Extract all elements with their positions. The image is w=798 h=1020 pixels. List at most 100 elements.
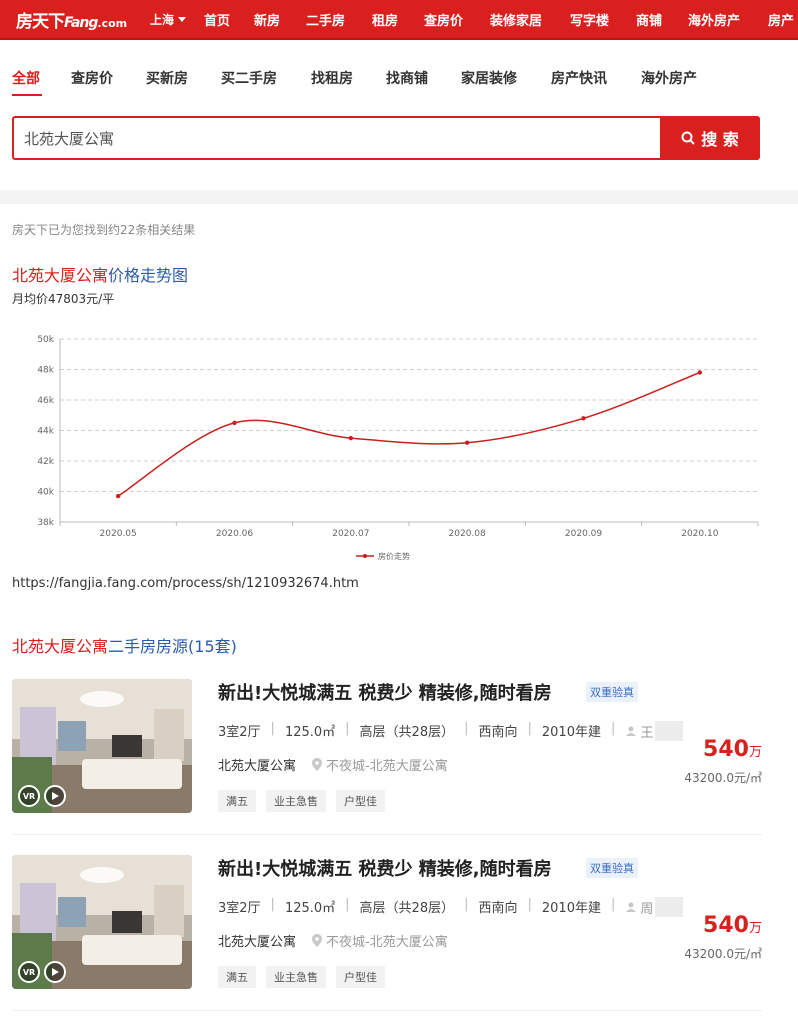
search-category-tabs: 全部 查房价 买新房 买二手房 找租房 找商铺 家居装修 房产快讯 海外房产 [12,68,702,96]
series-line-price-trend [117,371,701,497]
nav-link-prices[interactable]: 查房价 [424,10,490,29]
trend-title: 北苑大厦公寓价格走势图 [12,262,188,286]
tab-buy-second-hand[interactable]: 买二手房 [221,68,282,96]
data-point[interactable] [348,435,354,441]
y-tick-label: 44k [37,427,54,437]
total-price-unit: 万 [748,921,762,936]
person-icon [626,726,637,736]
floor: 高层（共28层） [359,901,455,916]
agent[interactable]: 王 [625,721,684,741]
tab-check-price[interactable]: 查房价 [71,68,117,96]
search-button[interactable]: 搜 索 [660,116,760,160]
data-point[interactable] [697,370,703,375]
tab-buy-new[interactable]: 买新房 [146,68,192,96]
listings-title-keyword[interactable]: 北苑大厦公寓 [12,637,108,656]
search-input[interactable] [12,116,660,160]
location-pin-icon [312,934,323,947]
x-tick-label: 2020.07 [332,529,369,539]
nav-link-home[interactable]: 首页 [204,10,254,29]
nav-link-property[interactable]: 房产 [768,10,798,29]
trend-title-keyword[interactable]: 北苑大厦公寓 [12,266,108,285]
y-tick-label: 42k [37,457,54,467]
logo-domain: .com [97,16,128,30]
nav-link-rent[interactable]: 租房 [372,10,424,29]
site-logo[interactable]: 房天下 Fang .com [16,7,140,32]
trend-title-rest[interactable]: 价格走势图 [108,266,188,285]
separator: | [270,897,275,912]
play-icon [52,968,59,976]
nav-link-shops[interactable]: 商铺 [636,10,688,29]
listing-card[interactable]: VR 新出!大悦城满五 税费少 精装修,随时看房 双重验真 3室2厅 | 125.0㎡ | 高… [12,855,762,1005]
unit-price: 43200.0元/㎡ [684,771,762,785]
community-link[interactable]: 北苑大厦公寓 [218,931,296,950]
vr-icon[interactable]: VR [18,961,40,983]
x-tick-label: 2020.09 [565,529,602,539]
total-price: 540万 [703,737,762,762]
community-link[interactable]: 北苑大厦公寓 [218,755,296,774]
listing-attributes: 3室2厅 | 125.0㎡ | 高层（共28层） | 西南向 | 2010年建 | 周 [218,897,684,917]
vr-label: VR [22,967,36,977]
play-video-icon[interactable] [44,785,66,807]
listing-title[interactable]: 新出!大悦城满五 税费少 精装修,随时看房 [218,679,552,705]
agent[interactable]: 周 [625,897,684,917]
logo-en: Fang [64,14,98,31]
listing-divider [12,834,762,835]
listing-title[interactable]: 新出!大悦城满五 税费少 精装修,随时看房 [218,855,552,881]
tag: 业主急售 [266,790,326,812]
search-button-label: 搜 索 [701,130,739,149]
orientation: 西南向 [478,901,518,916]
separator: | [345,721,350,736]
separator: | [464,721,469,736]
listing-location: 北苑大厦公寓 不夜城-北苑大厦公寓 [218,755,448,774]
tab-news[interactable]: 房产快讯 [551,68,612,96]
listing-card[interactable]: VR 新出!大悦城满五 税费少 精装修,随时看房 双重验真 3室2厅 | 125.0㎡ | 高… [12,679,762,829]
listing-tags: 满五 业主急售 户型佳 [218,966,395,988]
agent-name: 王 [640,725,654,741]
data-point[interactable] [232,420,237,426]
tag: 满五 [218,790,256,812]
city-selector[interactable]: 上海 [150,11,196,28]
separator: | [527,721,532,736]
vr-icon[interactable]: VR [18,785,40,807]
layout: 3室2厅 [218,901,261,916]
separator: | [527,897,532,912]
tab-overseas[interactable]: 海外房产 [641,68,702,96]
tab-home-decoration[interactable]: 家居装修 [461,68,522,96]
nav-link-decoration[interactable]: 装修家居 [490,10,570,29]
play-icon [52,792,59,800]
nav-link-office[interactable]: 写字楼 [570,10,636,29]
nav-link-overseas[interactable]: 海外房产 [688,10,768,29]
listing-thumbnail[interactable]: VR [12,855,192,989]
price-trend-chart: 38k 40k 42k 44k 46k 48k 50k 2020.05 2020.06 2020.… [37,335,759,561]
total-price-unit: 万 [748,745,762,760]
tab-all[interactable]: 全部 [12,68,42,96]
data-point[interactable] [581,416,586,421]
listings-title-rest[interactable]: 二手房房源(15套) [108,637,237,656]
tab-shops[interactable]: 找商铺 [386,68,432,96]
chevron-down-icon [178,16,187,22]
data-point[interactable] [115,493,121,499]
tab-rent[interactable]: 找租房 [311,68,357,96]
listing-thumbnail[interactable]: VR [12,679,192,813]
search-icon [681,131,695,145]
nav-link-second-hand[interactable]: 二手房 [306,10,372,29]
data-point[interactable] [464,440,470,445]
tag: 满五 [218,966,256,988]
separator: | [610,897,616,912]
legend-label: 房价走势 [378,551,410,561]
agent-name: 周 [640,901,654,917]
x-tick-label: 2020.06 [216,529,253,539]
source-url[interactable]: https://fangjia.fang.com/process/sh/1210… [12,576,359,591]
nav-link-new-homes[interactable]: 新房 [254,10,306,29]
agent-name-mask [655,721,684,741]
orientation: 西南向 [478,725,518,740]
tag: 业主急售 [266,966,326,988]
floor: 高层（共28层） [359,725,455,740]
top-nav-bar: 房天下 Fang .com 上海 首页 新房 二手房 租房 查房价 装修家居 写… [0,0,798,40]
chart-legend: 房价走势 [356,551,410,561]
separator: | [610,721,616,736]
separator: | [345,897,350,912]
play-video-icon[interactable] [44,961,66,983]
district-link[interactable]: 不夜城-北苑大厦公寓 [326,755,448,774]
district-link[interactable]: 不夜城-北苑大厦公寓 [326,931,448,950]
